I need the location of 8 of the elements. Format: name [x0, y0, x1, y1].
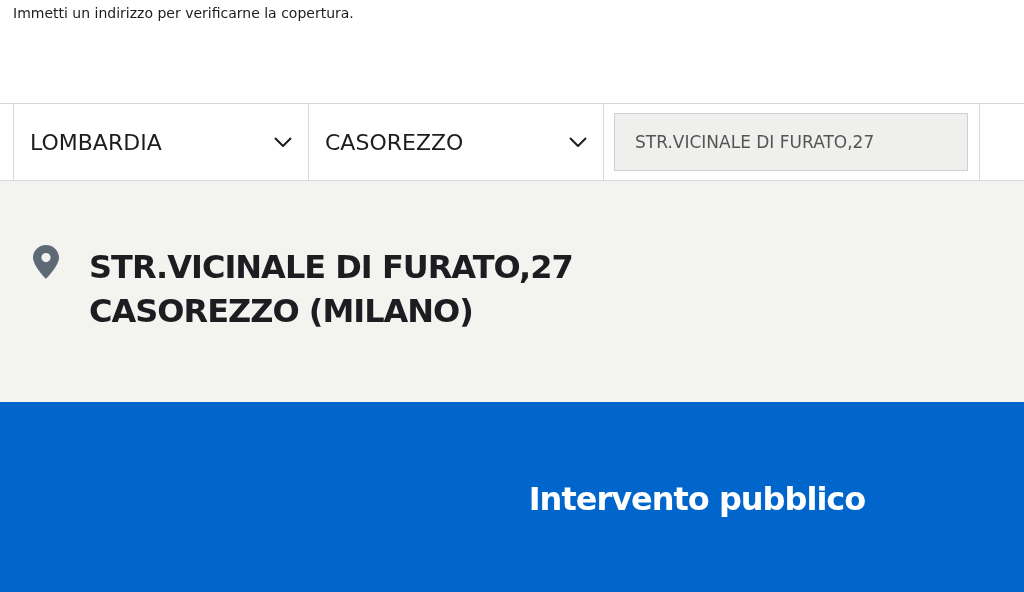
result-title: Intervento pubblico [528, 480, 866, 520]
address-line: STR.VICINALE DI FURATO,27 [89, 247, 573, 288]
chevron-down-icon [569, 137, 587, 147]
address-line: CASOREZZO (MILANO) [89, 291, 474, 332]
intro-text: Immetti un indirizzo per verificarne la copertura. [12, 4, 355, 23]
address-field[interactable]: STR.VICINALE DI FURATO,27 [614, 113, 968, 171]
chevron-down-icon [274, 137, 292, 147]
location-pin-icon [33, 245, 59, 279]
